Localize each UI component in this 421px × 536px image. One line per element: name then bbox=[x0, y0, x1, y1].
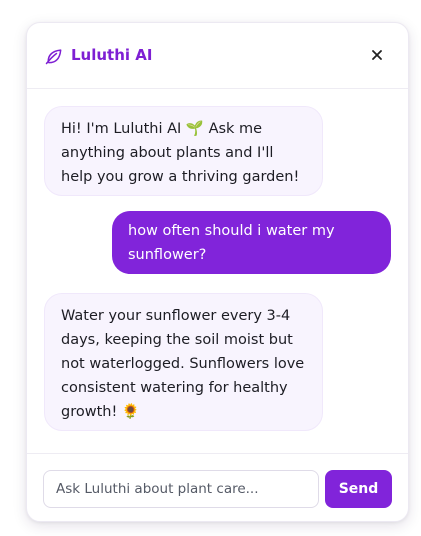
assistant-message: Water your sunflower every 3-4 days, kee… bbox=[44, 293, 323, 431]
leaf-icon bbox=[45, 49, 62, 65]
message-list: Hi! I'm Luluthi AI 🌱 Ask me anything abo… bbox=[27, 89, 408, 453]
chat-window: Luluthi AI Hi! I'm Luluthi AI 🌱 Ask me a… bbox=[26, 22, 409, 522]
send-button[interactable]: Send bbox=[325, 470, 392, 508]
chat-input[interactable] bbox=[43, 470, 319, 508]
chat-title: Luluthi AI bbox=[71, 46, 153, 64]
composer: Send bbox=[27, 453, 408, 521]
close-icon[interactable] bbox=[368, 46, 386, 64]
user-message: how often should i water my sunflower? bbox=[112, 211, 391, 274]
chat-header: Luluthi AI bbox=[27, 23, 408, 89]
assistant-message: Hi! I'm Luluthi AI 🌱 Ask me anything abo… bbox=[44, 106, 323, 196]
